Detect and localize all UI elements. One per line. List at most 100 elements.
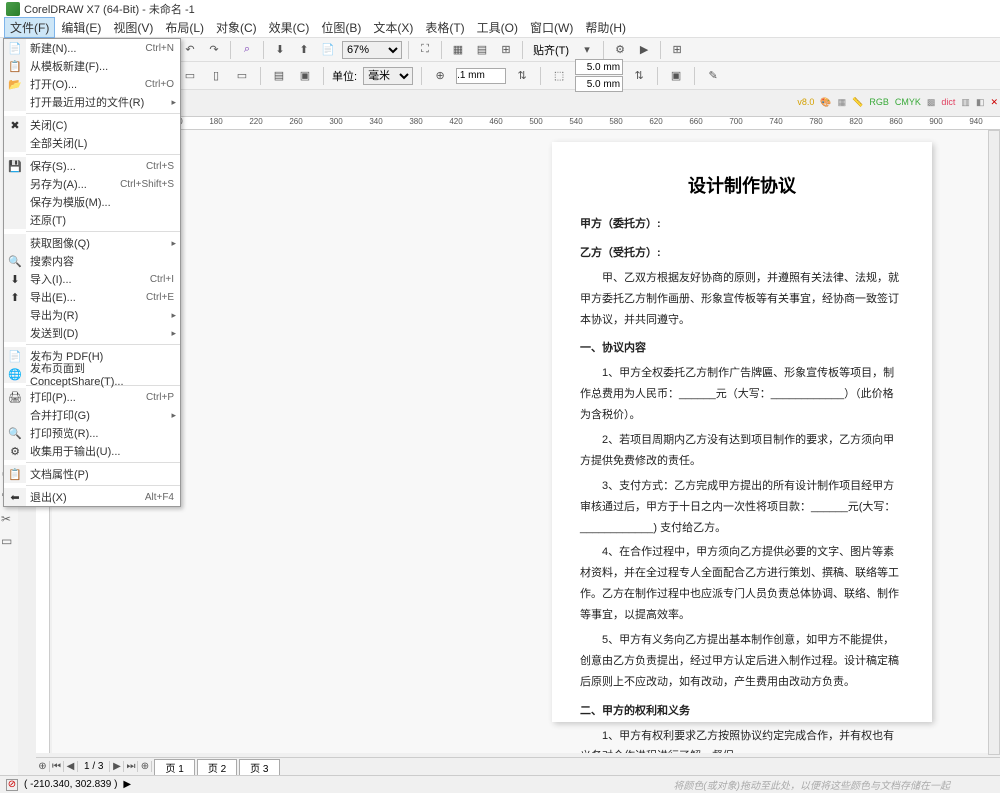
menu-item[interactable]: 发送到(D)▸ <box>4 324 180 342</box>
all-pages-icon[interactable]: ▤ <box>269 66 289 86</box>
crop-tool-icon[interactable]: ✂ <box>1 512 17 532</box>
menu-item[interactable]: 🖨打印(P)...Ctrl+P <box>4 388 180 406</box>
dup-x-input[interactable] <box>575 59 623 75</box>
launch-icon[interactable]: ▶ <box>634 40 654 60</box>
menu-edit[interactable]: 编辑(E) <box>55 17 107 38</box>
menu-item[interactable]: ✖关闭(C) <box>4 116 180 134</box>
menu-item[interactable]: 还原(T) <box>4 211 180 229</box>
prev-page-icon[interactable]: ◀ <box>64 761 78 772</box>
doc-title: 设计制作协议 <box>580 172 904 198</box>
tag-cmyk[interactable]: CMYK <box>895 97 921 107</box>
ruler-tick: 180 <box>196 117 236 129</box>
menu-item[interactable]: 🔍搜索内容 <box>4 252 180 270</box>
menu-item[interactable]: 📋从模板新建(F)... <box>4 57 180 75</box>
menu-item[interactable]: 保存为模版(M)... <box>4 193 180 211</box>
canvas[interactable]: 设计制作协议 甲方（委托方）: 乙方（受托方）: 甲、乙双方根据友好协商的原则，… <box>52 130 1000 753</box>
snap-chevron-icon[interactable]: ▾ <box>577 40 597 60</box>
stepper-icon[interactable]: ⇅ <box>512 66 532 86</box>
edit-icon[interactable]: ✎ <box>703 66 723 86</box>
add-page-icon[interactable]: ⊕ <box>36 761 50 772</box>
app-launcher-icon[interactable]: ⊞ <box>667 40 687 60</box>
menu-object[interactable]: 对象(C) <box>210 17 263 38</box>
last-page-icon[interactable]: ⏭ <box>124 761 138 772</box>
export-icon[interactable]: ⬆ <box>294 40 314 60</box>
s1-item5: 5、甲方有义务向乙方提出基本制作创意，如甲方不能提供，创意由乙方负责提出，经过甲… <box>580 630 904 693</box>
menu-item[interactable]: 💾保存(S)...Ctrl+S <box>4 157 180 175</box>
orientation-portrait-icon[interactable]: ▯ <box>206 66 226 86</box>
import-icon[interactable]: ⬇ <box>270 40 290 60</box>
menu-table[interactable]: 表格(T) <box>419 17 470 38</box>
menu-item[interactable]: 📄新建(N)...Ctrl+N <box>4 39 180 57</box>
menu-item[interactable]: 📂打开(O)...Ctrl+O <box>4 75 180 93</box>
tag-dict[interactable]: dict <box>941 97 955 107</box>
menu-item[interactable]: ⚙收集用于输出(U)... <box>4 442 180 460</box>
statusbar-hint: 将颜色(或对象)拖动至此处，以便将这些颜色与文档存储在一起 <box>673 777 950 792</box>
menu-file[interactable]: 文件(F) <box>4 17 55 38</box>
s1-item3: 3、支付方式：乙方完成甲方提出的所有设计制作项目经甲方审核通过后，甲方于十日之内… <box>580 476 904 539</box>
rectangle-tool-icon[interactable]: ▭ <box>1 534 17 554</box>
page-tab-1[interactable]: 页 1 <box>154 759 194 775</box>
menu-tools[interactable]: 工具(O) <box>471 17 524 38</box>
close-x-icon[interactable]: ✕ <box>990 97 998 108</box>
show-grid-icon[interactable]: ▤ <box>472 40 492 60</box>
page-tab-2[interactable]: 页 2 <box>197 759 237 775</box>
dup-y-input[interactable] <box>575 76 623 92</box>
page-size-icon[interactable]: ▭ <box>180 66 200 86</box>
play-icon[interactable]: ▶ <box>123 779 131 790</box>
menu-item[interactable]: 另存为(A)...Ctrl+Shift+S <box>4 175 180 193</box>
color-box-icon[interactable]: ▩ <box>927 97 936 108</box>
show-rulers-icon[interactable]: ▦ <box>448 40 468 60</box>
menu-item[interactable]: 📋文档属性(P) <box>4 465 180 483</box>
fullscreen-icon[interactable]: ⛶ <box>415 40 435 60</box>
menu-bitmaps[interactable]: 位图(B) <box>315 17 367 38</box>
menu-item[interactable]: 导出为(R)▸ <box>4 306 180 324</box>
pdf-icon[interactable]: 📄 <box>318 40 338 60</box>
menu-item[interactable]: ⬅退出(X)Alt+F4 <box>4 488 180 506</box>
menu-effects[interactable]: 效果(C) <box>263 17 316 38</box>
redo-icon[interactable]: ↷ <box>204 40 224 60</box>
grid-icon[interactable]: ▦ <box>838 97 847 108</box>
next-page-icon[interactable]: ▶ <box>110 761 124 772</box>
options-icon[interactable]: ⚙ <box>610 40 630 60</box>
menu-item-label: 打印(P)... <box>26 389 146 405</box>
menu-help[interactable]: 帮助(H) <box>579 17 632 38</box>
menu-item-label: 全部关闭(L) <box>26 135 174 151</box>
search-icon[interactable]: ⌕ <box>237 40 257 60</box>
menu-item[interactable]: 全部关闭(L) <box>4 134 180 152</box>
ruler-icon[interactable]: 📏 <box>852 97 863 108</box>
no-fill-icon[interactable]: ⊘ <box>6 779 18 791</box>
menu-item-label: 打印预览(R)... <box>26 425 174 441</box>
misc1-icon[interactable]: ▥ <box>961 97 970 108</box>
document-page[interactable]: 设计制作协议 甲方（委托方）: 乙方（受托方）: 甲、乙双方根据友好协商的原则，… <box>552 142 932 722</box>
stepper2-icon[interactable]: ⇅ <box>629 66 649 86</box>
menu-view[interactable]: 视图(V) <box>107 17 159 38</box>
menu-layout[interactable]: 布局(L) <box>159 17 210 38</box>
menu-item[interactable]: ⬆导出(E)...Ctrl+E <box>4 288 180 306</box>
orientation-landscape-icon[interactable]: ▭ <box>232 66 252 86</box>
menu-item[interactable]: 合并打印(G)▸ <box>4 406 180 424</box>
menu-item[interactable]: ⬇导入(I)...Ctrl+I <box>4 270 180 288</box>
palette-icon[interactable]: 🎨 <box>820 97 831 108</box>
menu-window[interactable]: 窗口(W) <box>524 17 579 38</box>
undo-icon[interactable]: ↶ <box>180 40 200 60</box>
first-page-icon[interactable]: ⏮ <box>50 761 64 772</box>
add-page-after-icon[interactable]: ⊕ <box>138 761 152 772</box>
show-guides-icon[interactable]: ⊞ <box>496 40 516 60</box>
menu-item[interactable]: 获取图像(Q)▸ <box>4 234 180 252</box>
scrollbar-vertical[interactable] <box>988 130 1000 755</box>
menu-text[interactable]: 文本(X) <box>367 17 419 38</box>
misc2-icon[interactable]: ◧ <box>976 97 985 108</box>
treat-as-filled-icon[interactable]: ▣ <box>666 66 686 86</box>
snap-dropdown[interactable]: 贴齐(T) <box>529 42 573 58</box>
zoom-select[interactable]: 67% <box>342 41 402 59</box>
unit-select[interactable]: 毫米 <box>363 67 413 85</box>
ruler-tick: 980 <box>996 117 1000 129</box>
tag-v8[interactable]: v8.0 <box>797 97 814 107</box>
menu-item[interactable]: 🌐发布页面到 ConceptShare(T)... <box>4 365 180 383</box>
menu-item[interactable]: 🔍打印预览(R)... <box>4 424 180 442</box>
nudge-input[interactable] <box>456 68 506 84</box>
menu-item[interactable]: 打开最近用过的文件(R)▸ <box>4 93 180 111</box>
current-page-icon[interactable]: ▣ <box>295 66 315 86</box>
tag-rgb[interactable]: RGB <box>869 97 889 107</box>
page-tab-3[interactable]: 页 3 <box>239 759 279 775</box>
